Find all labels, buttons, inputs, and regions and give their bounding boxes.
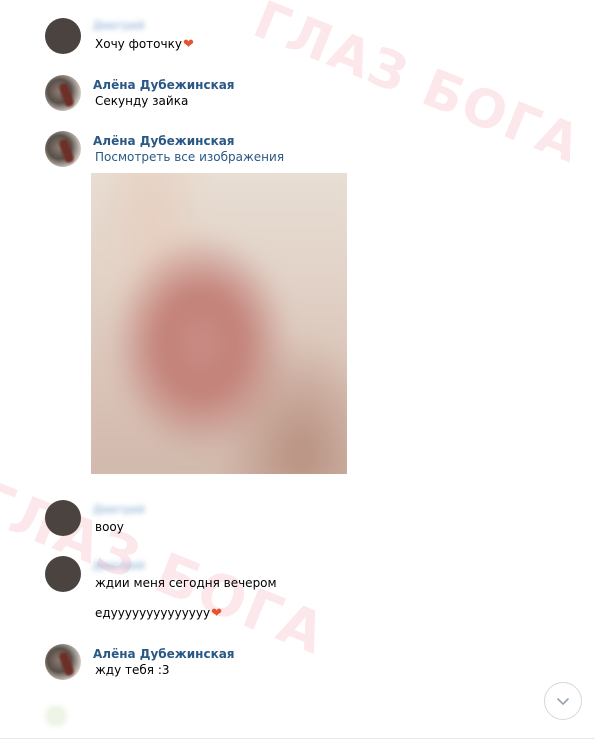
view-all-images-link[interactable]: Посмотреть все изображения [95,150,284,164]
chat-history: ГЛАЗ БОГА ГЛАЗ БОГА Дмитрий Хочу фоточку… [0,0,595,741]
avatar[interactable] [45,18,81,54]
photo-content [91,173,347,474]
next-avatar-partial [45,705,67,727]
message-text: едуууууууууууууу❤ [95,606,222,621]
divider [0,738,595,739]
attached-photo[interactable] [91,173,347,474]
sender-name[interactable]: Алёна Дубежинская [93,647,235,661]
sender-name[interactable]: Дмитрий [93,19,145,32]
message-text: ждии меня сегодня вечером [95,576,277,590]
sender-name[interactable]: Дмитрий [93,559,145,572]
sender-name[interactable]: Дмитрий [93,503,145,516]
message-text: вооу [95,520,124,534]
heart-emoji-icon: ❤ [211,606,223,621]
avatar[interactable] [45,556,81,592]
watermark-top: ГЛАЗ БОГА [245,0,590,176]
sender-name[interactable]: Алёна Дубежинская [93,78,235,92]
chevron-down-icon [557,698,569,705]
heart-emoji-icon: ❤ [182,37,194,52]
avatar[interactable] [45,75,81,111]
message-text: Секунду зайка [95,94,189,108]
message-text: жду тебя :3 [95,663,170,677]
message-line: Хочу фоточку [95,37,182,51]
avatar[interactable] [45,131,81,167]
avatar[interactable] [45,500,81,536]
message-line: едуууууууууууууу [95,606,211,620]
sender-name[interactable]: Алёна Дубежинская [93,134,235,148]
avatar[interactable] [45,644,81,680]
scroll-down-button[interactable] [544,682,582,720]
message-text: Хочу фоточку❤ [95,37,194,52]
